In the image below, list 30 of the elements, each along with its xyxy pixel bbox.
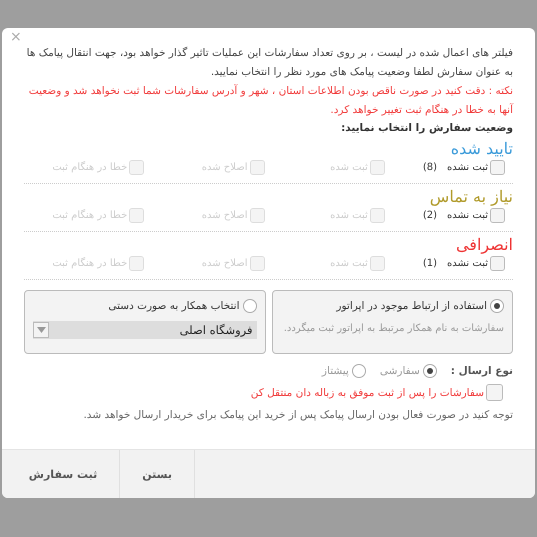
radio-label: انتخاب همکار به صورت دستی — [108, 300, 240, 312]
caret-icon — [33, 322, 49, 338]
checkbox[interactable] — [490, 208, 505, 223]
send-type-label: نوع ارسال : — [450, 365, 513, 377]
checkbox[interactable] — [490, 160, 505, 175]
checkbox[interactable] — [486, 384, 503, 401]
group-title: تایید شده — [450, 138, 513, 160]
count-label: (8) — [422, 162, 437, 173]
radio-label: سفارشی — [380, 365, 420, 377]
radio-label: پیشتاز — [322, 365, 349, 377]
radio-button[interactable] — [352, 364, 366, 378]
count-label: (2) — [422, 210, 437, 221]
radio-label: استفاده از ارتباط موجود در اپراتور — [336, 300, 487, 312]
group-title: نیاز به تماس — [428, 186, 513, 208]
radio-button[interactable] — [490, 299, 504, 313]
checkbox[interactable] — [490, 256, 505, 271]
count-label: (1) — [422, 258, 437, 269]
option-label: ثبت نشده — [447, 162, 488, 173]
footnote-text: توجه کنید در صورت فعال بودن ارسال پیامک پس از خرید این پیامک برای خریدار ارسال خواهد شد. — [82, 408, 513, 423]
radio-button[interactable] — [242, 299, 256, 313]
note-text: نکته : دقت کنید در صورت ناقص بودن اطلاعات استان ، شهر و آدرس سفارشات شما ثبت نخواهد شد و وضعیت آنها به خطا در هنگام ثبت تغییر خواهد کرد. — [28, 83, 513, 118]
radio-button[interactable] — [422, 364, 437, 378]
prompt-label: وضعیت سفارش را انتخاب نمایید: — [340, 121, 513, 136]
option-label: ثبت نشده — [447, 258, 488, 269]
group-title: انصرافی — [454, 234, 513, 256]
intro-text: فیلتر های اعمال شده در لیست ، بر روی تعداد سفارشات این عملیات تاثیر گذار خواهد بود، جهت انتقال پیامک ها به عنوان سفارش لطفا وضعیت پیامک های مورد نظر را انتخاب نمایید. — [26, 46, 513, 80]
option-label: ثبت نشده — [447, 210, 488, 221]
checkbox-label: سفارشات را پس از ثبت موفق به زباله دان منتقل کن — [250, 386, 484, 398]
hint-text: سفارشات به نام همکار مرتبط به اپراتور ثبت میگردد. — [282, 323, 504, 334]
partner-dropdown[interactable]: فروشگاه اصلی — [33, 321, 256, 339]
